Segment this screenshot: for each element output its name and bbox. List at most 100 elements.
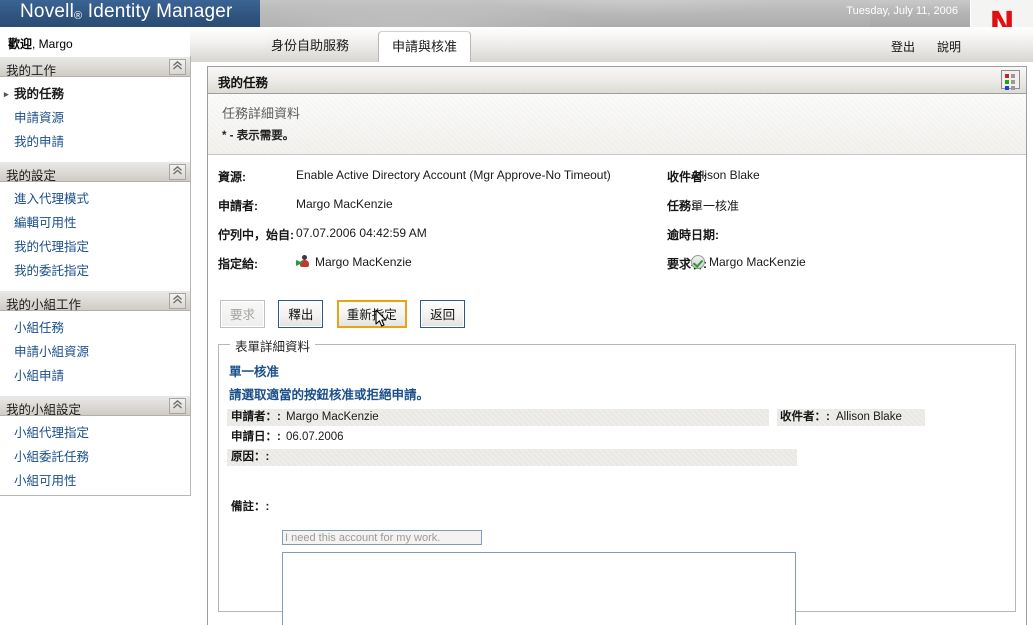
panel-header: 我的任務 (208, 67, 1026, 94)
sidebar-group-header-my-work: 我的工作 (0, 56, 190, 78)
requested-by-cell: Margo MacKenzie (691, 255, 806, 269)
person-body (300, 260, 309, 267)
top-banner: Novell® Identity Manager Tuesday, July 1… (0, 0, 1033, 27)
sidebar-item-my-proxy-assignments[interactable]: 我的代理指定 (0, 235, 190, 259)
chevron-up-icon[interactable] (169, 59, 186, 75)
form-recipient-value: Allison Blake (836, 411, 902, 423)
double-chevron-up-glyph (173, 294, 182, 304)
sidebar-item-my-delegate-assignments[interactable]: 我的委託指定 (0, 259, 190, 283)
tab-requests-and-approvals[interactable]: 申請與核准 (378, 31, 472, 62)
grid-square (1011, 74, 1015, 78)
welcome-message: 歡迎, Margo (8, 35, 73, 52)
detail-row: 佇列中，始自: 07.07.2006 04:42:59 AM 逾時日期: (208, 226, 1026, 255)
brand-novell: Novell (20, 1, 74, 22)
registered-mark-icon: ® (74, 10, 83, 22)
sidebar-item-request-resource[interactable]: 申請資源 (0, 106, 190, 130)
sidebar-group-title: 我的小組設定 (6, 403, 82, 417)
sidebar-item-team-tasks[interactable]: 小組任務 (0, 316, 190, 340)
help-link[interactable]: 說明 (937, 38, 961, 55)
logout-link[interactable]: 登出 (891, 38, 915, 55)
tab-identity-self-service[interactable]: 身份自助服務 (258, 31, 362, 62)
detail-row: 指定給: Margo MacKenzie 要求者: Margo MacKenzi… (208, 255, 1026, 284)
sidebar-item-team-delegate-tasks[interactable]: 小組委託任務 (0, 445, 190, 469)
timeout-date-label: 逾時日期: (667, 228, 719, 242)
reason-input[interactable] (282, 530, 482, 545)
detail-row: 申請者: Margo MacKenzie 任務: 單一核准 (208, 197, 1026, 226)
task-detail-grid: 資源: Enable Active Directory Account (Mgr… (208, 154, 1026, 284)
task-value: 單一核准 (691, 199, 740, 213)
form-request-date-value: 06.07.2006 (286, 431, 344, 443)
sidebar-group-title: 我的小組工作 (6, 298, 82, 312)
requester-value: Margo MacKenzie (296, 197, 393, 211)
back-button[interactable]: 返回 (420, 300, 466, 328)
page-title: 我的任務 (218, 76, 269, 90)
welcome-prefix: 歡迎 (8, 37, 33, 51)
form-row-reason: 原因：: (219, 449, 1015, 466)
double-chevron-up-glyph (173, 399, 182, 409)
comments-textarea[interactable] (282, 552, 796, 625)
form-requester-value: Margo MacKenzie (286, 411, 379, 423)
brand-title: Novell® Identity Manager (20, 1, 233, 23)
sidebar-item-my-tasks[interactable]: 我的任務 (0, 82, 190, 106)
form-row-request-date: 申請日：: 06.07.2006 (219, 429, 1015, 446)
sidebar-item-team-availability[interactable]: 小組可用性 (0, 469, 190, 493)
assigned-to-cell: Margo MacKenzie (296, 255, 412, 269)
sidebar-item-team-requests[interactable]: 小組申請 (0, 364, 190, 388)
action-button-bar: 要求 釋出 重新指定 返回 (220, 300, 475, 328)
queued-since-label: 佇列中，始自: (218, 228, 294, 242)
form-comments-label: 備註：: (231, 501, 270, 513)
chevron-up-icon[interactable] (169, 398, 186, 414)
resource-value: Enable Active Directory Account (Mgr App… (296, 168, 611, 182)
grid-view-icon[interactable] (1001, 70, 1020, 90)
grid-square (1011, 86, 1015, 90)
assigned-to-label: 指定給: (218, 257, 258, 271)
banner-decorative-swirl (260, 0, 870, 27)
form-details-body: 單一核准 請選取適當的按鈕核准或拒絕申請。 申請者：: Margo MacKen… (219, 345, 1015, 541)
sidebar-item-team-proxy-assignments[interactable]: 小組代理指定 (0, 421, 190, 445)
claim-button[interactable]: 要求 (220, 300, 266, 328)
sidebar-group-title: 我的工作 (6, 64, 57, 78)
person-flag-icon (296, 255, 311, 269)
recipient-value: Allison Blake (691, 168, 760, 182)
sidebar-group-items-my-work: 我的任務 申請資源 我的申請 (0, 77, 190, 161)
sidebar-group-header-my-team-settings: 我的小組設定 (0, 395, 190, 417)
form-instruction: 請選取適當的按鈕核准或拒絕申請。 (229, 388, 430, 402)
sidebar-group-items-my-team-settings: 小組代理指定 小組委託任務 小組可用性 (0, 416, 190, 495)
queued-since-value: 07.07.2006 04:42:59 AM (296, 226, 427, 240)
sidebar-item-enter-proxy-mode[interactable]: 進入代理模式 (0, 187, 190, 211)
form-details-fieldset: 表單詳細資料 單一核准 請選取適當的按鈕核准或拒絕申請。 申請者：: Margo… (218, 336, 1016, 625)
double-chevron-up-glyph (173, 60, 182, 70)
assigned-to-value: Margo MacKenzie (315, 255, 412, 269)
double-chevron-up-glyph (173, 165, 182, 175)
form-requester-label: 申請者：: (231, 411, 281, 423)
sidebar: 我的工作 我的任務 申請資源 我的申請 我的設定 進入代理模式 編輯可用性 我的… (0, 56, 191, 496)
form-request-date-label: 申請日：: (231, 431, 281, 443)
sidebar-item-my-requests[interactable]: 我的申請 (0, 130, 190, 154)
grid-square (1005, 80, 1009, 84)
sidebar-item-request-team-resource[interactable]: 申請小組資源 (0, 340, 190, 364)
reassign-button[interactable]: 重新指定 (336, 300, 407, 328)
requester-label: 申請者: (218, 199, 258, 213)
sidebar-group-title: 我的設定 (6, 169, 57, 183)
sidebar-group-header-my-settings: 我的設定 (0, 161, 190, 183)
sidebar-item-edit-availability[interactable]: 編輯可用性 (0, 211, 190, 235)
grid-square (1005, 74, 1009, 78)
green-check-icon (691, 255, 705, 269)
grid-square (1011, 80, 1015, 84)
chevron-up-icon[interactable] (169, 293, 186, 309)
resource-label: 資源: (218, 170, 246, 184)
form-recipient-label: 收件者：: (780, 411, 830, 423)
current-date: Tuesday, July 11, 2006 (846, 5, 958, 17)
brand-product: Identity Manager (87, 1, 233, 22)
detail-row: 資源: Enable Active Directory Account (Mgr… (208, 168, 1026, 197)
requested-by-value: Margo MacKenzie (709, 255, 806, 269)
grid-square (1005, 86, 1009, 90)
panel-subheader: 任務詳細資料 * - 表示需要。 (208, 94, 1026, 155)
release-button[interactable]: 釋出 (278, 300, 324, 328)
main-panel: 我的任務 任務詳細資料 * - 表示需要。 資源: Enable Active … (207, 66, 1027, 625)
sidebar-group-header-my-team-work: 我的小組工作 (0, 290, 190, 312)
sidebar-group-items-my-settings: 進入代理模式 編輯可用性 我的代理指定 我的委託指定 (0, 182, 190, 290)
form-row-requester: 申請者：: Margo MacKenzie 收件者：: Allison Blak… (219, 409, 1015, 426)
required-field-note: * - 表示需要。 (222, 130, 295, 142)
chevron-up-icon[interactable] (169, 164, 186, 180)
